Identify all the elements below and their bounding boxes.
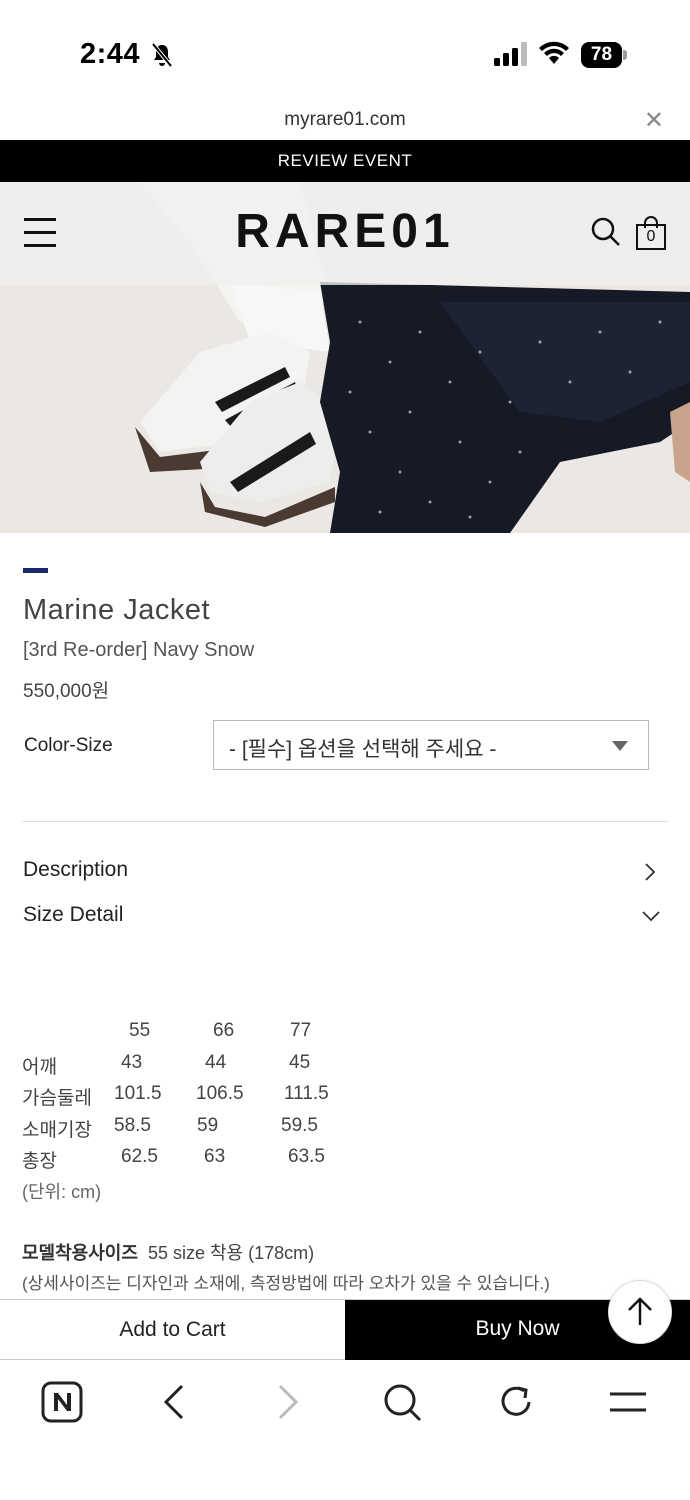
purchase-bar: Add to Cart Buy Now [0,1299,690,1360]
wifi-icon [539,41,569,64]
option-label: Color-Size [24,735,113,756]
cell: 62.5 [121,1146,158,1167]
size-col-55: 55 [129,1020,151,1041]
size-col-66: 66 [213,1020,235,1041]
cart-count: 0 [646,228,656,245]
chevron-right-icon[interactable] [643,862,657,882]
browser-nav-bar [0,1360,690,1500]
product-subtitle: [3rd Re-order] Navy Snow [23,639,255,661]
cellular-signal-icon [494,42,527,66]
refresh-icon[interactable] [494,1380,538,1424]
cell: 59.5 [281,1114,318,1136]
status-bar: 2:44 78 [0,0,690,100]
cell: 111.5 [284,1083,329,1104]
url-text[interactable]: myrare01.com [0,109,690,131]
product-name: Marine Jacket [23,594,211,626]
cell: 59 [197,1114,219,1136]
option-select[interactable]: - [필수] 옵션을 선택해 주세요 - [213,720,649,770]
browser-search-icon[interactable] [380,1380,424,1424]
shopping-bag-icon[interactable]: 0 [636,216,666,250]
cell: 101.5 [114,1083,162,1104]
row-label: 가슴둘레 [22,1088,92,1109]
menu-icon[interactable] [606,1380,650,1424]
battery-indicator: 78 [581,42,627,68]
accent-bar [23,568,48,573]
size-detail-toggle[interactable]: Size Detail [23,903,123,927]
cell: 44 [205,1051,227,1073]
model-size-label: 모델착용사이즈 [22,1243,138,1263]
forward-icon[interactable] [266,1380,310,1424]
review-event-banner[interactable]: REVIEW EVENT [0,140,690,182]
product-price: 550,000원 [23,681,110,702]
cell: 45 [289,1051,311,1073]
cell: 58.5 [114,1114,151,1136]
model-size-value: 55 size 착용 (178cm) [147,1243,315,1263]
divider [22,821,668,822]
size-unit: (단위: cm) [22,1182,102,1202]
size-col-77: 77 [290,1020,312,1041]
search-icon[interactable] [590,216,622,248]
cell: 63.5 [288,1146,325,1167]
status-time: 2:44 [80,38,141,70]
cell: 43 [121,1051,143,1073]
size-note: (상세사이즈는 디자인과 소재에, 측정방법에 따라 오차가 있을 수 있습니다… [22,1274,550,1293]
bell-muted-icon [151,42,173,68]
option-select-value[interactable]: - [필수] 옵션을 선택해 주세요 - [229,733,496,763]
brand-logo[interactable]: RARE01 [0,204,690,259]
naver-home-icon[interactable] [40,1380,84,1424]
browser-url-bar[interactable]: myrare01.com ✕ [0,100,690,140]
arrow-up-icon[interactable] [608,1280,672,1344]
battery-level: 78 [590,44,613,65]
site-header: RARE01 0 [0,182,690,285]
row-label: 소매기장 [22,1119,92,1141]
add-to-cart-button[interactable]: Add to Cart [0,1300,345,1360]
chevron-down-icon[interactable] [641,909,661,923]
row-label: 총장 [22,1151,57,1172]
model-size-info: 모델착용사이즈 55 size 착용 (178cm) [22,1239,314,1265]
description-toggle[interactable]: Description [23,858,128,882]
row-label: 어깨 [22,1056,57,1078]
cell: 106.5 [196,1083,244,1104]
close-icon[interactable]: ✕ [644,106,664,135]
cell: 63 [204,1146,226,1167]
scroll-to-top-button[interactable] [608,1280,672,1344]
dropdown-arrow-icon[interactable] [612,741,628,751]
back-icon[interactable] [152,1380,196,1424]
